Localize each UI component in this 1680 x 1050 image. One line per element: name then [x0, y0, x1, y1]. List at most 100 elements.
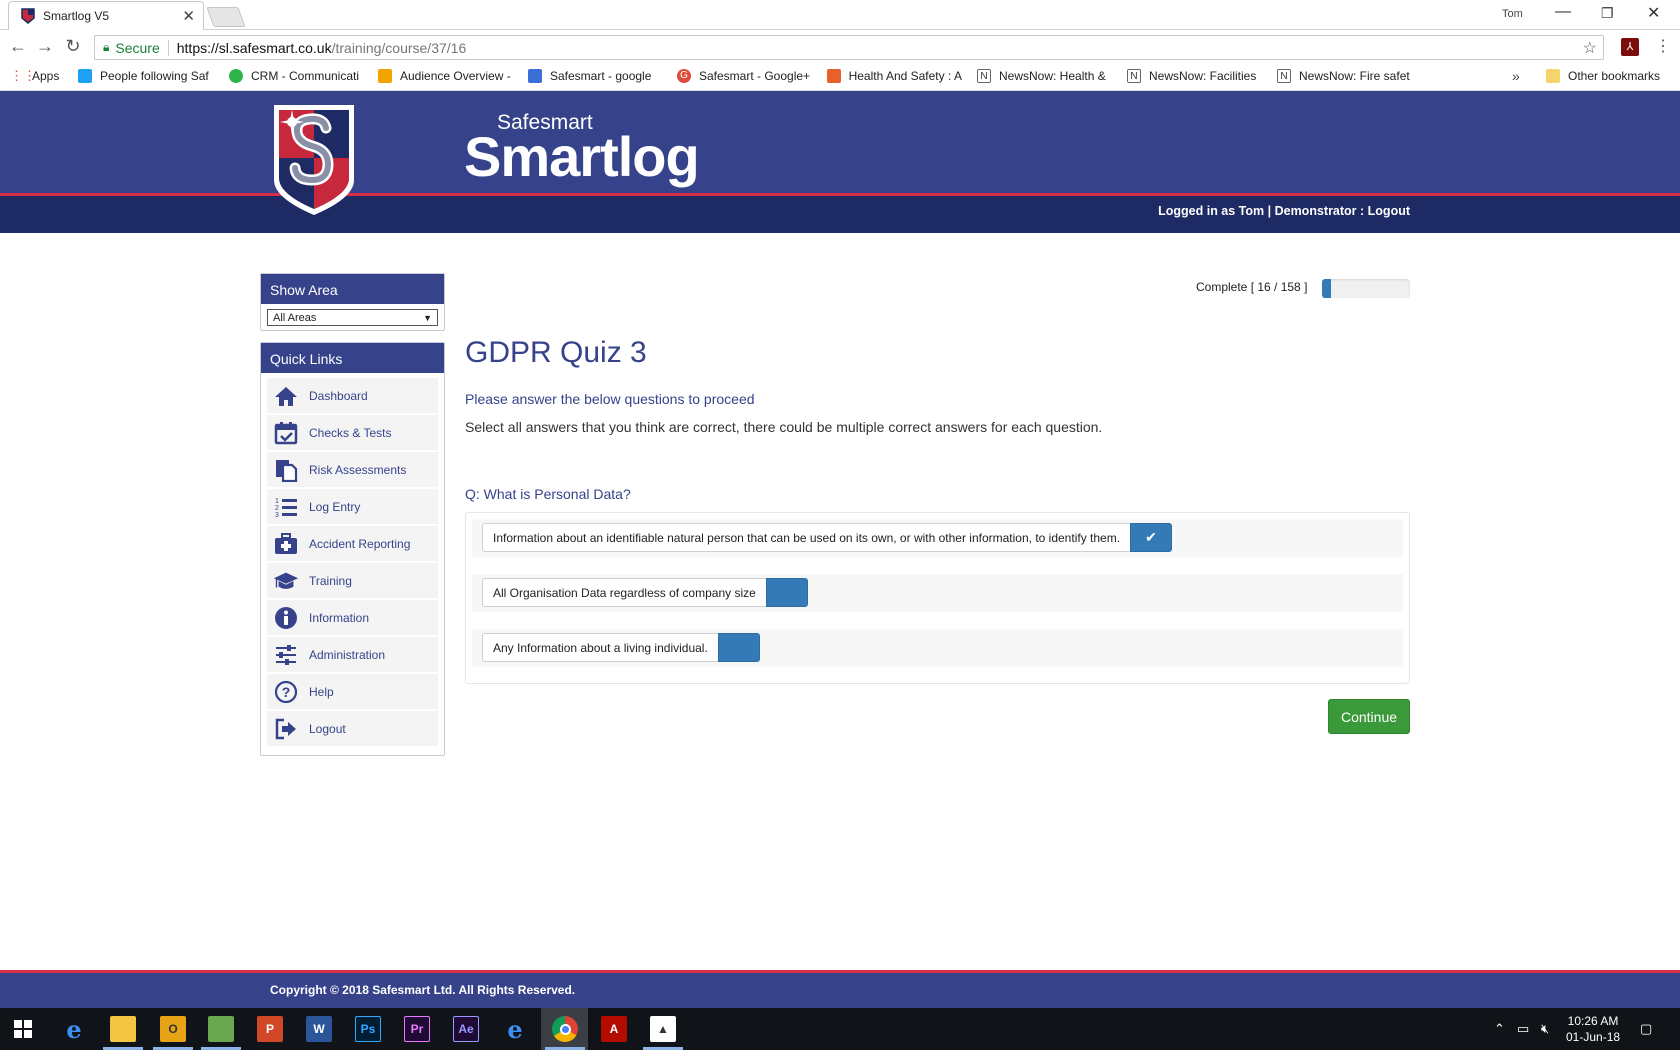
health-safety-icon — [827, 69, 841, 83]
newsnow-icon: N — [1127, 69, 1141, 83]
bookmark-newsnow-facilities[interactable]: N NewsNow: Facilities — [1127, 69, 1262, 83]
url-path: /training/course/37/16 — [331, 39, 467, 56]
newsnow-icon: N — [1277, 69, 1291, 83]
url-bar[interactable]: 🔒︎ Secure https://sl.safesmart.co.uk /tr… — [94, 35, 1604, 60]
back-icon[interactable]: ← — [7, 36, 29, 57]
outlook-icon[interactable]: O — [160, 1016, 186, 1042]
bookmark-other[interactable]: Other bookmarks — [1546, 69, 1676, 83]
quick-link-label: Help — [309, 684, 334, 699]
answer-text[interactable]: All Organisation Data regardless of comp… — [482, 578, 766, 607]
bookmark-google-plus[interactable]: G Safesmart - Google+ — [677, 69, 812, 83]
reload-icon[interactable]: ↻ — [62, 36, 84, 57]
bookmark-star-icon[interactable]: ☆ — [1583, 38, 1597, 58]
powerpoint-icon[interactable]: P — [257, 1016, 283, 1042]
info-icon — [273, 606, 299, 630]
graduation-cap-icon — [273, 569, 299, 593]
browser-tab[interactable]: Smartlog V5 ✕ — [8, 1, 204, 30]
logged-in-text: Logged in as Tom | Demonstrator : — [1158, 204, 1368, 218]
edge-browser-icon[interactable]: e — [61, 1015, 87, 1044]
quick-link-training[interactable]: Training — [267, 563, 438, 598]
answer-checkbox-unchecked[interactable] — [717, 633, 760, 662]
bookmark-crm[interactable]: CRM - Communicati — [229, 69, 364, 83]
svg-text:3: 3 — [275, 512, 279, 519]
windows-start-icon[interactable] — [10, 1016, 36, 1042]
header-logout-link[interactable]: Logout — [1368, 204, 1410, 218]
photoshop-icon[interactable]: Ps — [355, 1016, 381, 1042]
taskbar-clock[interactable]: 10:26 AM 01-Jun-18 — [1566, 1013, 1620, 1045]
tray-expand-icon[interactable]: ⌃ — [1494, 1021, 1505, 1037]
answer-checkbox-unchecked[interactable] — [765, 578, 808, 607]
crm-icon — [229, 69, 243, 83]
checkmark-icon: ✔ — [1145, 529, 1157, 545]
minimize-icon[interactable]: — — [1555, 3, 1571, 21]
chrome-icon[interactable] — [552, 1016, 578, 1042]
progress-label: Complete [ 16 / 158 ] — [1196, 280, 1308, 294]
tab-title: Smartlog V5 — [43, 9, 110, 23]
bookmark-analytics[interactable]: Audience Overview - — [378, 69, 513, 83]
browser-menu-icon[interactable]: ⋮ — [1655, 36, 1671, 56]
word-icon[interactable]: W — [306, 1016, 332, 1042]
restore-icon[interactable]: ❐ — [1601, 5, 1614, 22]
bookmark-twitter[interactable]: People following Saf — [78, 69, 213, 83]
course-progress-bar — [1322, 279, 1410, 298]
bookmark-google-business[interactable]: Safesmart - google — [528, 69, 663, 83]
internet-explorer-icon[interactable]: e — [502, 1015, 528, 1044]
quick-link-label: Accident Reporting — [309, 536, 411, 551]
bookmark-newsnow-fire[interactable]: N NewsNow: Fire safet — [1277, 69, 1412, 83]
bookmark-label: CRM - Communicati — [251, 69, 360, 83]
more-bookmarks-icon[interactable]: » — [1512, 68, 1520, 84]
answer-checkbox-checked[interactable]: ✔ — [1130, 523, 1173, 552]
quick-link-checks-tests[interactable]: Checks & Tests — [267, 415, 438, 450]
file-explorer-icon[interactable] — [110, 1016, 136, 1042]
quick-link-administration[interactable]: Administration — [267, 637, 438, 672]
apps-grid-icon: ⋮⋮ — [10, 69, 36, 83]
quick-link-information[interactable]: Information — [267, 600, 438, 635]
answer-option-2: All Organisation Data regardless of comp… — [472, 574, 1403, 612]
google-business-icon — [528, 69, 542, 83]
home-icon — [273, 384, 299, 408]
bookmark-newsnow-health[interactable]: N NewsNow: Health & — [977, 69, 1112, 83]
quick-link-help[interactable]: ? Help — [267, 674, 438, 709]
close-tab-icon[interactable]: ✕ — [182, 9, 195, 24]
quick-link-label: Information — [309, 610, 370, 625]
svg-text:?: ? — [282, 684, 291, 700]
bookmark-health-safety[interactable]: Health And Safety : A — [827, 69, 962, 83]
window-close-icon[interactable]: ✕ — [1647, 3, 1660, 23]
answer-toggle-3[interactable]: Any Information about a living individua… — [482, 633, 760, 662]
answer-option-3: Any Information about a living individua… — [472, 629, 1403, 667]
answer-toggle-1[interactable]: Information about an identifiable natura… — [482, 523, 1173, 552]
premiere-icon[interactable]: Pr — [404, 1016, 430, 1042]
new-tab-button[interactable] — [206, 7, 246, 27]
forward-icon[interactable]: → — [34, 36, 56, 57]
continue-button[interactable]: Continue — [1328, 699, 1410, 734]
volume-muted-icon[interactable]: 🔇︎ — [1541, 1021, 1549, 1037]
quick-link-log-entry[interactable]: 123 Log Entry — [267, 489, 438, 524]
quick-link-label: Dashboard — [309, 388, 368, 403]
area-select[interactable]: All Areas ▼ — [267, 309, 438, 326]
quick-link-logout[interactable]: Logout — [267, 711, 438, 746]
answer-toggle-2[interactable]: All Organisation Data regardless of comp… — [482, 578, 808, 607]
pdf-extension-icon[interactable]: ⅄ — [1621, 38, 1639, 56]
quiz-instruction-primary: Please answer the below questions to pro… — [465, 391, 755, 407]
quick-link-accident-reporting[interactable]: Accident Reporting — [267, 526, 438, 561]
twitter-icon — [78, 69, 92, 83]
folder-icon — [1546, 69, 1560, 83]
acrobat-icon[interactable]: A — [601, 1016, 627, 1042]
network-icon[interactable]: ▭ — [1517, 1021, 1529, 1037]
safesmart-shield-logo-icon — [274, 105, 354, 215]
bookmark-label: Safesmart - Google+ — [699, 69, 811, 83]
bookmark-label: NewsNow: Fire safet — [1299, 69, 1410, 83]
paint-icon[interactable] — [208, 1016, 234, 1042]
quick-link-label: Checks & Tests — [309, 425, 392, 440]
answer-text[interactable]: Any Information about a living individua… — [482, 633, 718, 662]
photos-icon[interactable]: ▲ — [650, 1016, 676, 1042]
notifications-icon[interactable]: ▢ — [1640, 1021, 1652, 1037]
answer-text[interactable]: Information about an identifiable natura… — [482, 523, 1131, 552]
browser-profile-name[interactable]: Tom — [1502, 8, 1523, 20]
quick-link-risk-assessments[interactable]: Risk Assessments — [267, 452, 438, 487]
show-area-title: Show Area — [261, 274, 444, 304]
after-effects-icon[interactable]: Ae — [453, 1016, 479, 1042]
bookmark-apps[interactable]: ⋮⋮ Apps — [10, 69, 75, 83]
quick-link-dashboard[interactable]: Dashboard — [267, 378, 438, 413]
quick-links-panel: Quick Links Dashboard Checks & Tests Ris… — [260, 342, 445, 756]
